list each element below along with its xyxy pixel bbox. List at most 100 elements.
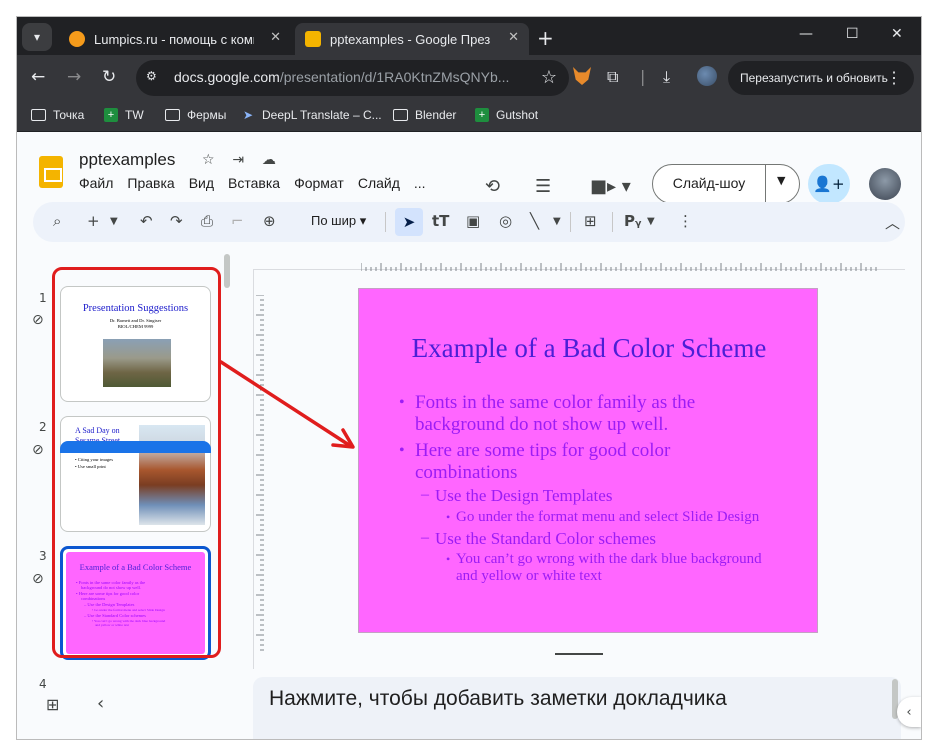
tab-pptexamples[interactable]: pptexamples - Google Презентации ✕ bbox=[295, 23, 529, 55]
cloud-status-icon[interactable]: ☁ bbox=[262, 152, 276, 168]
menu-format[interactable]: Формат bbox=[294, 175, 344, 191]
menu-slide[interactable]: Слайд bbox=[358, 175, 400, 191]
image-icon[interactable]: ▣ bbox=[466, 212, 480, 230]
slide-subbullet-1[interactable]: Use the Design Templates bbox=[435, 486, 612, 506]
window-close-icon[interactable]: ✕ bbox=[891, 26, 903, 42]
slide-number: 4 bbox=[39, 677, 47, 691]
bookmark-star-icon[interactable]: ☆ bbox=[541, 67, 557, 88]
zoom-label: По шир bbox=[311, 213, 357, 228]
minimize-icon[interactable]: — bbox=[799, 26, 813, 42]
bookmark-tochka[interactable]: Точка bbox=[31, 108, 84, 122]
slide-bullet-1[interactable]: Fonts in the same color family as the bbox=[415, 392, 695, 414]
search-icon[interactable]: ⌕ bbox=[53, 212, 61, 230]
extensions-puzzle-icon[interactable]: ⧉ bbox=[607, 67, 618, 87]
slide-bullet-1-cont[interactable]: background do not show up well. bbox=[415, 414, 668, 436]
tab-strip: ▾ Lumpics.ru - помощь с компьютером ✕ pp… bbox=[17, 17, 921, 55]
slides-logo-icon[interactable] bbox=[39, 156, 63, 188]
grid-view-icon[interactable]: ⊞ bbox=[46, 695, 59, 714]
green-plus-icon: + bbox=[104, 108, 118, 122]
slide-canvas[interactable]: Example of a Bad Color Scheme • Fonts in… bbox=[358, 288, 818, 633]
site-info-icon[interactable]: ⚙ bbox=[146, 69, 166, 87]
redo-icon[interactable]: ↷ bbox=[170, 212, 183, 230]
profile-avatar[interactable] bbox=[697, 66, 717, 86]
green-plus-icon: + bbox=[475, 108, 489, 122]
bookmark-tw[interactable]: + TW bbox=[104, 108, 144, 122]
download-icon[interactable]: ⤓ bbox=[663, 67, 670, 87]
close-icon[interactable]: ✕ bbox=[270, 30, 281, 45]
more-vert-icon[interactable]: ⋮ bbox=[678, 212, 693, 230]
forward-arrow-icon[interactable]: → bbox=[67, 67, 81, 87]
address-bar[interactable]: ⚙ docs.google.com/presentation/d/1RA0Ktn… bbox=[136, 60, 569, 96]
menu-file[interactable]: Файл bbox=[79, 175, 113, 191]
menu-view[interactable]: Вид bbox=[189, 175, 214, 191]
more-menu-icon[interactable]: ⋮ bbox=[886, 68, 902, 88]
meet-video-icon[interactable]: ■▸ ▾ bbox=[590, 176, 631, 197]
slide-bullet-2[interactable]: Here are some tips for good color bbox=[415, 440, 670, 462]
folder-icon bbox=[165, 109, 180, 121]
bookmark-label: Blender bbox=[415, 108, 457, 122]
bullet-dot: • bbox=[399, 442, 405, 459]
metamask-fox-icon[interactable] bbox=[573, 67, 591, 85]
reload-icon[interactable]: ↻ bbox=[102, 67, 116, 87]
shape-icon[interactable]: ◎ bbox=[499, 212, 512, 230]
chevron-down-icon[interactable]: ▼ bbox=[553, 216, 561, 227]
line-icon[interactable]: ╲ bbox=[530, 212, 539, 230]
slide-subbullet-2[interactable]: Use the Standard Color schemes bbox=[435, 529, 656, 549]
chevron-down-icon[interactable]: ▼ bbox=[110, 216, 118, 227]
back-arrow-icon[interactable]: ← bbox=[31, 67, 45, 87]
close-icon[interactable]: ✕ bbox=[508, 30, 519, 45]
new-slide-plus-icon[interactable]: + bbox=[87, 212, 100, 230]
vertical-ruler bbox=[256, 295, 264, 651]
editing-toolbar: ⌕ + ▼ ↶ ↷ ⎙ ⌐ ⊕ По шир ▾ ➤ tT ▣ ◎ ╲ ▼ ⊞ … bbox=[33, 202, 905, 242]
add-comment-icon[interactable]: ⊞ bbox=[584, 212, 597, 230]
select-cursor-icon[interactable]: ➤ bbox=[395, 208, 423, 236]
bookmark-gutshot[interactable]: + Gutshot bbox=[475, 108, 538, 122]
zoom-icon[interactable]: ⊕ bbox=[263, 212, 276, 230]
input-tools-icon[interactable]: Pᵧ bbox=[624, 212, 641, 230]
menu-more[interactable]: ... bbox=[414, 175, 426, 191]
bookmark-blender[interactable]: Blender bbox=[393, 108, 456, 122]
tab-lumpics[interactable]: Lumpics.ru - помощь с компьютером ✕ bbox=[59, 23, 291, 55]
notes-resize-handle[interactable] bbox=[555, 653, 603, 655]
side-panel-toggle-icon[interactable]: ‹ bbox=[897, 697, 921, 727]
bookmark-label: TW bbox=[125, 108, 144, 122]
slide-number: 3 bbox=[39, 549, 47, 563]
slide-bullet-2-cont[interactable]: combinations bbox=[415, 462, 517, 484]
slide-subsubbullet-2-cont[interactable]: and yellow or white text bbox=[456, 568, 602, 585]
slide-title[interactable]: Example of a Bad Color Scheme bbox=[359, 333, 819, 364]
speaker-notes[interactable]: Нажмите, чтобы добавить заметки докладчи… bbox=[253, 677, 901, 739]
collapse-left-chevron-icon[interactable]: ‹ bbox=[97, 693, 104, 714]
filmstrip-scrollbar[interactable] bbox=[224, 254, 230, 288]
tab-search-button[interactable]: ▾ bbox=[22, 23, 52, 51]
document-title[interactable]: pptexamples bbox=[79, 150, 175, 170]
restart-update-button[interactable]: Перезапустить и обновить ⋮ bbox=[728, 61, 914, 95]
undo-icon[interactable]: ↶ bbox=[140, 212, 153, 230]
text-box-icon[interactable]: tT bbox=[432, 212, 449, 230]
slide-subsubbullet-1[interactable]: Go under the format menu and select Slid… bbox=[456, 509, 759, 526]
menu-insert[interactable]: Вставка bbox=[228, 175, 280, 191]
menu-edit[interactable]: Правка bbox=[127, 175, 174, 191]
slideshow-button[interactable]: Слайд-шоу ▼ bbox=[652, 164, 800, 204]
paint-format-icon[interactable]: ⌐ bbox=[231, 212, 244, 230]
chevron-down-icon[interactable]: ▼ bbox=[777, 174, 785, 187]
restart-label: Перезапустить и обновить bbox=[740, 71, 888, 85]
slide-subsubbullet-2[interactable]: You can’t go wrong with the dark blue ba… bbox=[456, 551, 762, 568]
comments-icon[interactable]: ☰ bbox=[535, 176, 551, 197]
new-tab-plus-icon[interactable]: + bbox=[537, 26, 554, 50]
print-icon[interactable]: ⎙ bbox=[201, 212, 213, 230]
bookmark-deepl[interactable]: ➤ DeepL Translate – C... bbox=[243, 108, 382, 122]
collapse-chevron-up-icon[interactable]: ︿ bbox=[885, 212, 900, 233]
account-avatar[interactable] bbox=[869, 168, 901, 200]
chevron-down-icon[interactable]: ▼ bbox=[647, 216, 655, 227]
speaker-notes-placeholder[interactable]: Нажмите, чтобы добавить заметки докладчи… bbox=[269, 687, 727, 711]
annotation-highlight-box bbox=[52, 267, 221, 658]
maximize-icon[interactable]: ☐ bbox=[846, 26, 859, 42]
bookmark-fermy[interactable]: Фермы bbox=[165, 108, 226, 122]
bookmark-label: Точка bbox=[53, 108, 85, 122]
move-folder-icon[interactable]: ⇥ bbox=[232, 152, 244, 168]
toolbar-divider bbox=[385, 212, 386, 232]
share-add-person-icon[interactable]: 👤+ bbox=[808, 164, 850, 204]
history-icon[interactable]: ⟲ bbox=[485, 176, 500, 197]
zoom-select[interactable]: По шир ▾ bbox=[311, 213, 366, 229]
star-icon[interactable]: ☆ bbox=[202, 152, 215, 168]
